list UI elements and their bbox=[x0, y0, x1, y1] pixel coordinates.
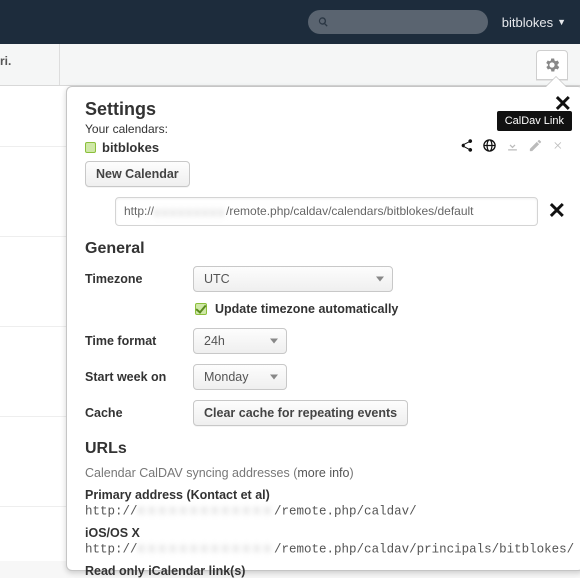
app-header: bitblokes ▼ bbox=[0, 0, 580, 44]
timeformat-row: Time format 24h bbox=[85, 328, 566, 354]
caldav-url-host-blurred: xxxxxxxxx bbox=[154, 205, 226, 219]
delete-icon[interactable] bbox=[551, 138, 566, 153]
caldav-url-prefix: http:// bbox=[124, 204, 154, 218]
primary-url-suffix: /remote.php/caldav/ bbox=[274, 504, 417, 518]
timezone-select[interactable]: UTC bbox=[193, 266, 393, 292]
primary-address-url: http://xxxxxxxxxxxxx/remote.php/caldav/ bbox=[85, 504, 566, 518]
urls-note-suffix: ) bbox=[349, 466, 353, 480]
settings-panel: ✕ Settings Your calendars: CalDav Link b… bbox=[66, 86, 580, 571]
urls-heading: URLs bbox=[85, 440, 566, 458]
startweek-row: Start week on Monday bbox=[85, 364, 566, 390]
timeformat-select[interactable]: 24h bbox=[193, 328, 287, 354]
timezone-label: Timezone bbox=[85, 272, 181, 286]
urls-more-info-link[interactable]: more info bbox=[297, 466, 349, 480]
ios-url-host-blurred: xxxxxxxxxxxxx bbox=[138, 542, 275, 556]
startweek-value: Monday bbox=[204, 370, 248, 384]
settings-heading: Settings bbox=[85, 99, 566, 120]
day-header-label: ri. bbox=[0, 54, 11, 68]
ios-url-prefix: http:// bbox=[85, 542, 138, 556]
startweek-select[interactable]: Monday bbox=[193, 364, 287, 390]
caldav-url-suffix: /remote.php/caldav/calendars/bitblokes/d… bbox=[226, 204, 473, 218]
search-input[interactable] bbox=[334, 14, 477, 31]
general-heading: General bbox=[85, 240, 566, 258]
cache-row: Cache Clear cache for repeating events bbox=[85, 400, 566, 426]
new-calendar-button[interactable]: New Calendar bbox=[85, 161, 190, 187]
auto-timezone-row: Update timezone automatically bbox=[195, 302, 566, 316]
clear-cache-button[interactable]: Clear cache for repeating events bbox=[193, 400, 408, 426]
auto-timezone-checkbox[interactable] bbox=[195, 303, 207, 315]
ios-url-suffix: /remote.php/caldav/principals/bitblokes/ bbox=[274, 542, 574, 556]
calendar-color-swatch bbox=[85, 142, 96, 153]
readonly-links-label: Read only iCalendar link(s) bbox=[85, 564, 566, 578]
primary-url-host-blurred: xxxxxxxxxxxxx bbox=[138, 504, 275, 518]
urls-note: Calendar CalDAV syncing addresses (more … bbox=[85, 466, 566, 480]
caldav-url-close-button[interactable]: ✕ bbox=[548, 198, 566, 224]
calendar-row: bitblokes bbox=[85, 140, 566, 155]
ios-address-label: iOS/OS X bbox=[85, 526, 566, 540]
download-icon[interactable] bbox=[505, 138, 520, 153]
user-menu[interactable]: bitblokes ▼ bbox=[502, 15, 566, 30]
calendar-actions bbox=[459, 138, 566, 153]
timezone-row: Timezone UTC bbox=[85, 266, 566, 292]
toolbar: ri. bbox=[0, 44, 580, 86]
urls-note-prefix: Calendar CalDAV syncing addresses ( bbox=[85, 466, 297, 480]
cache-label: Cache bbox=[85, 406, 181, 420]
startweek-label: Start week on bbox=[85, 370, 181, 384]
gear-icon bbox=[543, 56, 561, 74]
globe-icon[interactable] bbox=[482, 138, 497, 153]
calendar-name: bitblokes bbox=[102, 140, 159, 155]
timezone-value: UTC bbox=[204, 272, 230, 286]
timeformat-value: 24h bbox=[204, 334, 225, 348]
dropdown-triangle-icon: ▼ bbox=[557, 17, 566, 27]
settings-button[interactable] bbox=[536, 50, 568, 80]
caldav-url-input[interactable]: http://xxxxxxxxx/remote.php/caldav/calen… bbox=[115, 197, 538, 226]
search-icon bbox=[318, 16, 329, 28]
chevron-down-icon bbox=[270, 338, 278, 343]
primary-address-label: Primary address (Kontact et al) bbox=[85, 488, 566, 502]
chevron-down-icon bbox=[376, 276, 384, 281]
ios-address-url: http://xxxxxxxxxxxxx/remote.php/caldav/p… bbox=[85, 542, 566, 556]
your-calendars-label: Your calendars: bbox=[85, 122, 566, 136]
caldav-url-row: http://xxxxxxxxx/remote.php/caldav/calen… bbox=[115, 197, 566, 226]
edit-icon[interactable] bbox=[528, 138, 543, 153]
chevron-down-icon bbox=[270, 374, 278, 379]
username-label: bitblokes bbox=[502, 15, 553, 30]
auto-timezone-label: Update timezone automatically bbox=[215, 302, 398, 316]
share-icon[interactable] bbox=[459, 138, 474, 153]
primary-url-prefix: http:// bbox=[85, 504, 138, 518]
panel-arrow bbox=[546, 77, 566, 87]
caldav-link-tooltip: CalDav Link bbox=[497, 111, 572, 131]
timeformat-label: Time format bbox=[85, 334, 181, 348]
search-field[interactable] bbox=[308, 10, 488, 34]
